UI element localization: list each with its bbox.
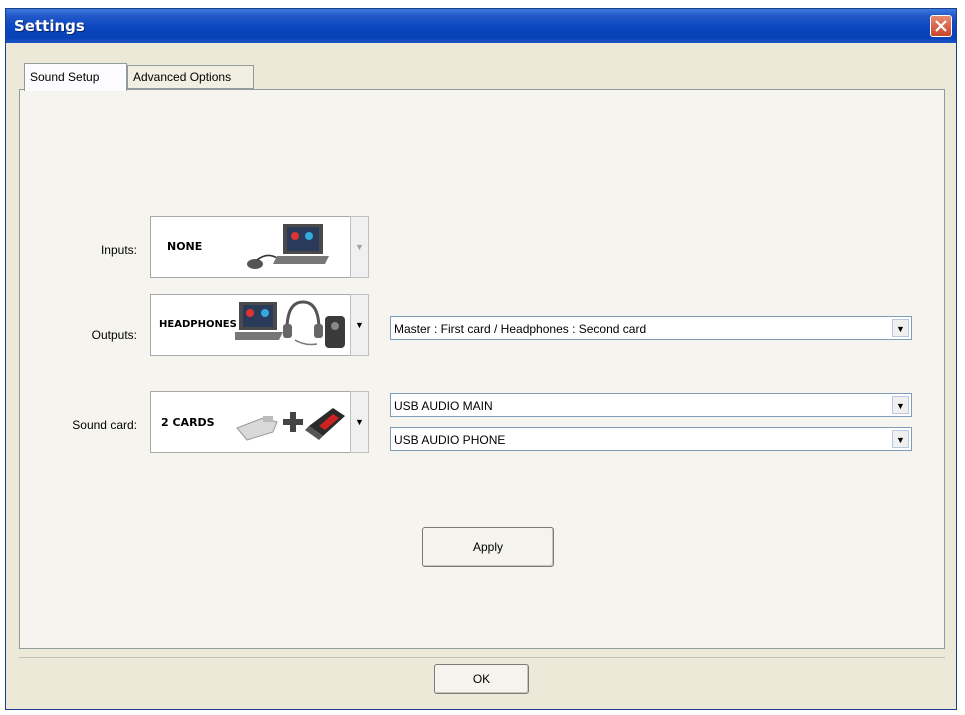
outputs-routing-select[interactable]: Master : First card / Headphones : Secon… <box>390 316 912 340</box>
inputs-label: Inputs: <box>100 243 137 257</box>
chevron-down-icon[interactable]: ▼ <box>892 430 909 448</box>
ok-button[interactable]: OK <box>434 664 529 694</box>
sound-setup-panel: Inputs: NONE ▼ Outputs: HEADPHONES ▼ Mas… <box>19 89 945 649</box>
chevron-down-icon: ▼ <box>355 320 364 330</box>
outputs-routing-value: Master : First card / Headphones : Secon… <box>394 322 647 336</box>
outputs-image[interactable]: HEADPHONES <box>150 294 352 356</box>
apply-button[interactable]: Apply <box>422 527 554 567</box>
card2-value: USB AUDIO PHONE <box>394 433 506 447</box>
chevron-down-icon[interactable]: ▼ <box>892 396 909 414</box>
chevron-down-icon[interactable]: ▼ <box>892 319 909 337</box>
inputs-image[interactable]: NONE <box>150 216 352 278</box>
sound-card-image[interactable]: 2 CARDS <box>150 391 352 453</box>
card1-value: USB AUDIO MAIN <box>394 399 493 413</box>
card2-select[interactable]: USB AUDIO PHONE ▼ <box>390 427 912 451</box>
inputs-image-text: NONE <box>167 240 203 253</box>
outputs-dropdown[interactable]: ▼ <box>350 294 369 356</box>
sound-card-image-text: 2 CARDS <box>161 416 215 429</box>
outputs-image-text: HEADPHONES <box>159 319 237 330</box>
inputs-dropdown[interactable]: ▼ <box>350 216 369 278</box>
tab-sound-setup[interactable]: Sound Setup <box>24 63 127 91</box>
settings-dialog: Settings Sound Setup Advanced Options In… <box>5 8 957 710</box>
laptop-mouse-icon <box>247 224 329 269</box>
window-title: Settings <box>14 17 85 35</box>
close-icon <box>935 20 947 32</box>
chevron-down-icon: ▼ <box>355 242 364 252</box>
separator <box>19 657 945 658</box>
outputs-label: Outputs: <box>91 328 137 342</box>
sound-card-label: Sound card: <box>72 418 137 432</box>
close-button[interactable] <box>930 15 952 37</box>
card1-select[interactable]: USB AUDIO MAIN ▼ <box>390 393 912 417</box>
sound-card-dropdown[interactable]: ▼ <box>350 391 369 453</box>
usb-cards-icon <box>236 408 345 441</box>
laptop-headphones-speaker-icon <box>235 300 345 348</box>
tab-advanced-options[interactable]: Advanced Options <box>127 65 254 89</box>
title-bar[interactable]: Settings <box>6 9 956 43</box>
chevron-down-icon: ▼ <box>355 417 364 427</box>
